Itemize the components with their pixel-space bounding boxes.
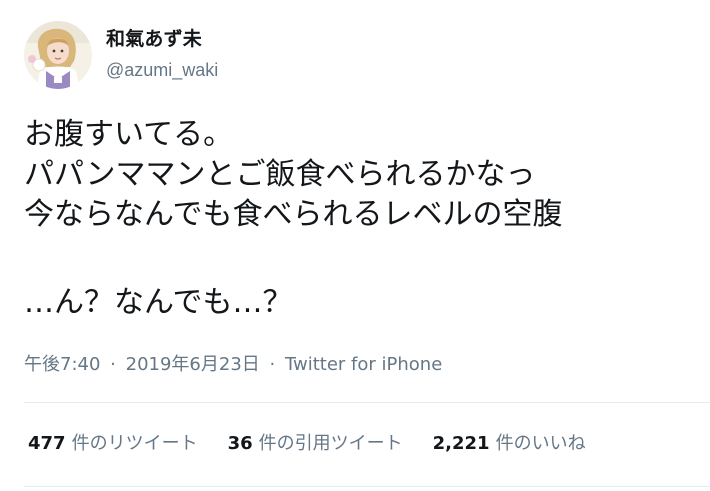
display-name[interactable]: 和氣あず未 (106, 27, 218, 51)
like-label: 件のいいね (495, 433, 586, 454)
tweet-line: 今ならなんでも食べられるレベルの空腹 (24, 197, 563, 232)
tweet-text: お腹すいてる。 パパンママンとご飯食べられるかなっ 今ならなんでも食べられるレベ… (24, 115, 694, 323)
meta-separator: · (269, 354, 276, 375)
tweet-line: お腹すいてる。 (24, 117, 234, 152)
retweet-label: 件のリツイート (71, 433, 198, 454)
user-info: 和氣あず未 @azumi_waki (106, 27, 218, 81)
tweet-source[interactable]: Twitter for iPhone (285, 354, 442, 375)
divider (24, 402, 710, 403)
tweet-meta: 午後7:40 · 2019年6月23日 · Twitter for iPhone (24, 353, 442, 377)
quote-count: 36 (227, 433, 253, 454)
tweet-date[interactable]: 2019年6月23日 (126, 354, 260, 375)
tweet-stats: 477 件のリツイート 36 件の引用ツイート 2,221 件のいいね (28, 431, 586, 457)
quote-label: 件の引用ツイート (258, 433, 403, 454)
user-handle[interactable]: @azumi_waki (106, 59, 218, 81)
tweet-card: 和氣あず未 @azumi_waki お腹すいてる。 パパンママンとご飯食べられる… (0, 0, 710, 491)
tweet-time[interactable]: 午後7:40 (24, 354, 100, 375)
meta-separator: · (110, 354, 116, 375)
tweet-line: …ん？なんでも…？ (24, 285, 293, 320)
divider (24, 486, 710, 487)
like-count: 2,221 (432, 433, 490, 454)
like-count-link[interactable]: 2,221 件のいいね (433, 432, 586, 456)
tweet-header: 和氣あず未 @azumi_waki (24, 18, 218, 92)
avatar[interactable] (24, 21, 92, 89)
tweet-line: パパンママンとご飯食べられるかなっ (24, 157, 536, 192)
quote-count-link[interactable]: 36 件の引用ツイート (228, 432, 403, 456)
retweet-count: 477 (28, 433, 66, 454)
retweet-count-link[interactable]: 477 件のリツイート (28, 432, 198, 456)
avatar-photo-icon (24, 21, 92, 89)
